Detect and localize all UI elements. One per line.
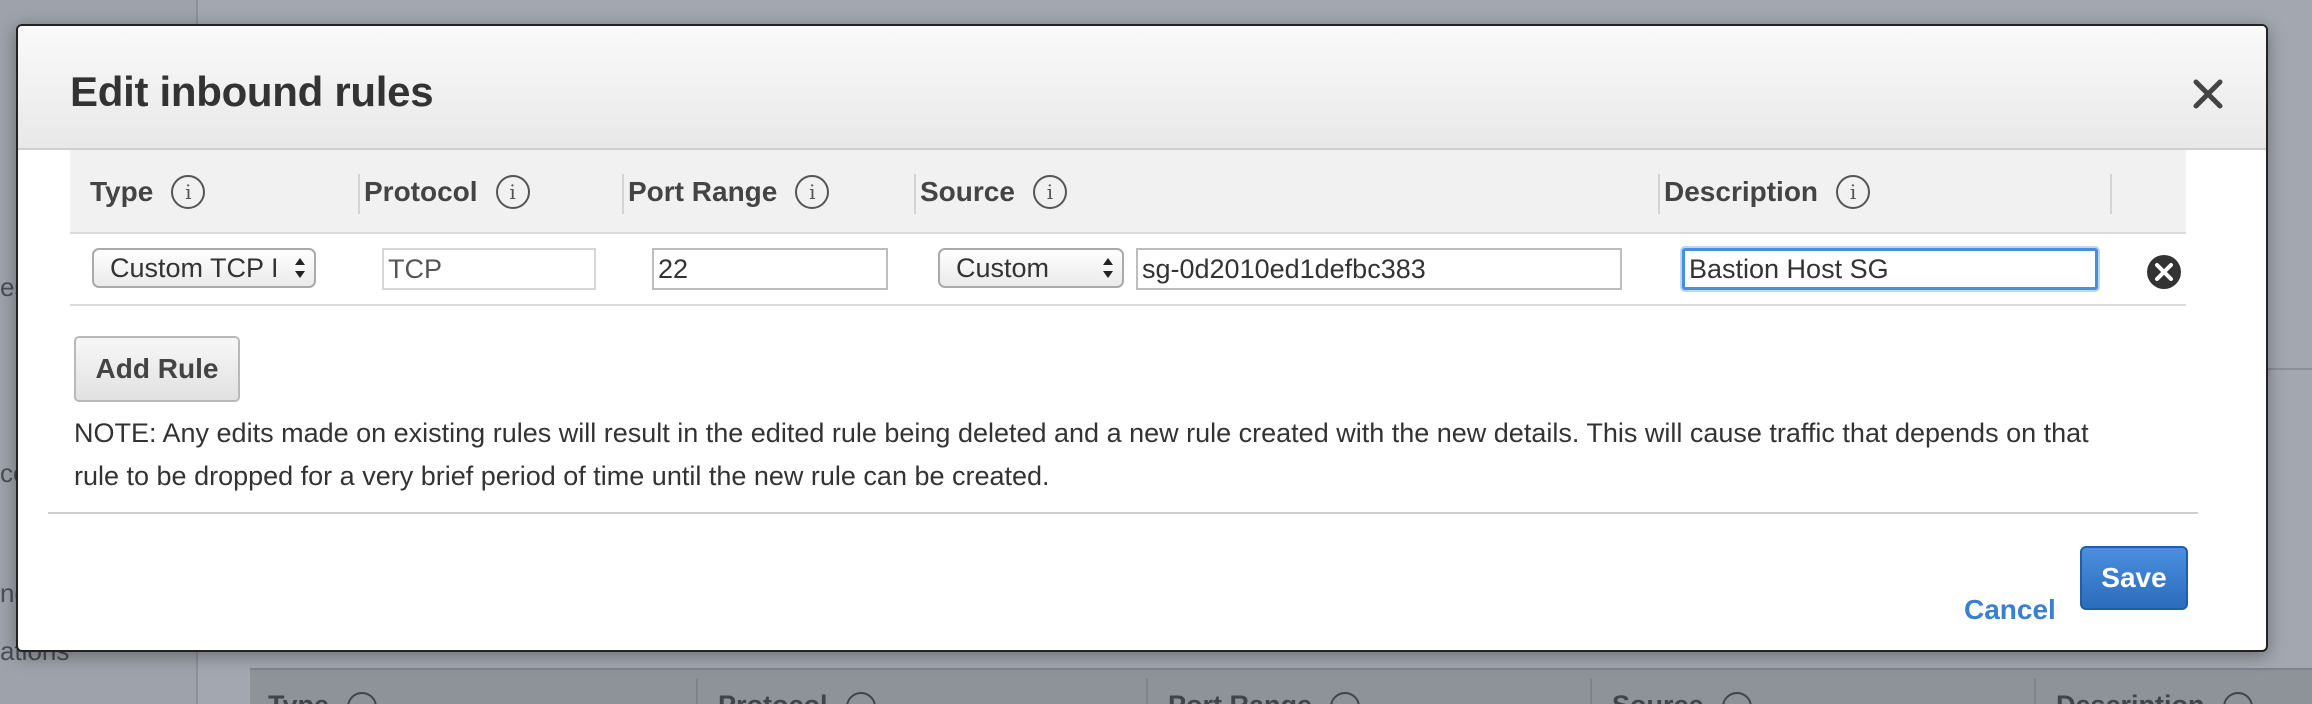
- type-select[interactable]: Custom TCP I: [92, 248, 316, 288]
- remove-rule-icon[interactable]: [2146, 254, 2182, 290]
- add-rule-button[interactable]: Add Rule: [74, 336, 240, 402]
- dialog-header: Edit inbound rules: [18, 26, 2266, 150]
- footer-divider: [48, 512, 2198, 514]
- background-column-separator: [2034, 678, 2036, 704]
- source-type-select[interactable]: Custom: [938, 248, 1124, 288]
- source-input[interactable]: [1136, 248, 1622, 290]
- column-separator: [1658, 174, 1660, 214]
- background-column-separator: [1146, 678, 1148, 704]
- close-icon[interactable]: [2188, 74, 2228, 114]
- column-separator: [358, 174, 360, 214]
- column-separator: [2110, 174, 2112, 214]
- select-arrows-icon: [295, 258, 305, 278]
- column-separator: [622, 174, 624, 214]
- rules-table: Type i Protocol i Port Range i Source i …: [70, 150, 2186, 306]
- background-column-separator: [1590, 678, 1592, 704]
- table-header-row: Type i Protocol i Port Range i Source i …: [70, 150, 2186, 234]
- port-range-input[interactable]: [652, 248, 888, 290]
- info-icon[interactable]: i: [495, 175, 530, 209]
- table-row: Custom TCP I Custom: [70, 234, 2186, 306]
- column-separator: [914, 174, 916, 214]
- select-arrows-icon: [1103, 258, 1113, 278]
- background-column-source: Source: [1612, 690, 1752, 704]
- edit-warning-note: NOTE: Any edits made on existing rules w…: [74, 418, 2089, 491]
- background-column-description: Description: [2056, 690, 2253, 704]
- background-column-protocol: Protocol: [718, 690, 876, 704]
- background-column-separator: [696, 678, 698, 704]
- info-icon[interactable]: i: [1032, 175, 1067, 209]
- save-button[interactable]: Save: [2080, 546, 2188, 610]
- info-icon[interactable]: i: [171, 175, 206, 209]
- background-column-port-range: Port Range: [1168, 690, 1361, 704]
- info-icon[interactable]: i: [795, 175, 830, 209]
- background-column-type: Type: [268, 690, 378, 704]
- info-icon[interactable]: i: [1836, 175, 1871, 209]
- protocol-field: [382, 248, 596, 290]
- dialog-title: Edit inbound rules: [70, 68, 434, 115]
- cancel-button[interactable]: Cancel: [1964, 594, 2056, 626]
- column-header-port-range: Port Range i: [628, 150, 830, 234]
- column-header-protocol: Protocol i: [364, 150, 530, 234]
- column-header-description: Description i: [1664, 150, 1871, 234]
- description-input[interactable]: [1682, 248, 2098, 290]
- edit-inbound-rules-dialog: Edit inbound rules Type i Protocol i Por…: [16, 24, 2268, 652]
- column-header-type: Type i: [90, 150, 206, 234]
- column-header-source: Source i: [920, 150, 1067, 234]
